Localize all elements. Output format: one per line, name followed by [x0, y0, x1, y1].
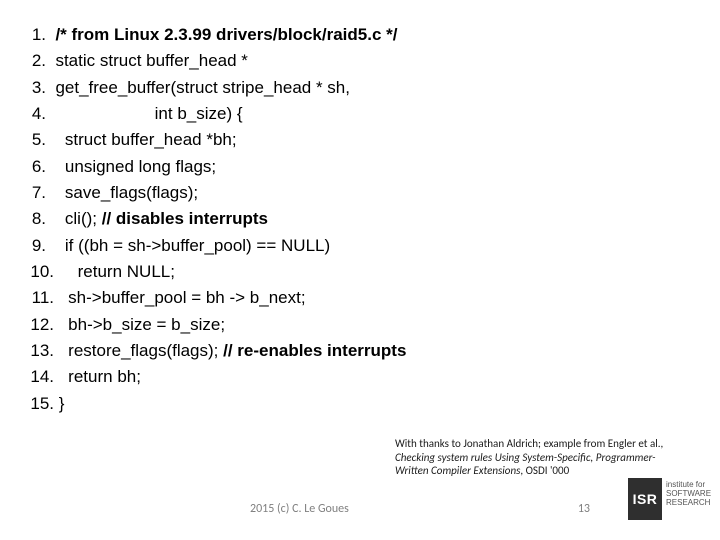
code-segment: int b_size) {: [155, 104, 243, 123]
copyright-text: 2015 (c) C. Le Goues: [250, 502, 349, 516]
line-number: 11.: [18, 285, 54, 311]
attribution-suffix: , OSDI '000: [520, 464, 569, 477]
code-segment: return: [68, 367, 117, 386]
code-line: 8. cli(); // disables interrupts: [18, 206, 578, 232]
code-segment: ((bh = sh->buffer_pool) == NULL): [78, 236, 330, 255]
code-segment: unsigned long flags;: [65, 157, 216, 176]
code-segment: if: [65, 236, 78, 255]
isr-logo: ISR institute for SOFTWARE RESEARCH: [628, 478, 706, 520]
line-number: 5.: [18, 127, 46, 153]
code-line: 3. get_free_buffer(struct stripe_head * …: [18, 75, 578, 101]
line-number: 6.: [18, 154, 46, 180]
code-line: 6. unsigned long flags;: [18, 154, 578, 180]
line-number: 4.: [18, 101, 46, 127]
code-line: 7. save_flags(flags);: [18, 180, 578, 206]
code-segment: /* from Linux 2.3.99 drivers/block/raid5…: [55, 25, 397, 44]
line-number: 10.: [18, 259, 54, 285]
line-number: 9.: [18, 233, 46, 259]
line-number: 15.: [18, 391, 54, 417]
code-line: 9. if ((bh = sh->buffer_pool) == NULL): [18, 233, 578, 259]
isr-logo-badge: ISR: [628, 478, 662, 520]
line-number: 12.: [18, 312, 54, 338]
page-number: 13: [578, 502, 590, 516]
attribution-note: With thanks to Jonathan Aldrich; example…: [395, 437, 675, 478]
code-line: 1. /* from Linux 2.3.99 drivers/block/ra…: [18, 22, 578, 48]
code-segment: }: [59, 394, 65, 413]
code-segment: sh->buffer_pool = bh -> b_next;: [68, 288, 305, 307]
code-segment: // re-enables interrupts: [223, 341, 406, 360]
line-number: 3.: [18, 75, 46, 101]
code-segment: cli();: [65, 209, 102, 228]
code-line: 14. return bh;: [18, 364, 578, 390]
code-line: 13. restore_flags(flags); // re-enables …: [18, 338, 578, 364]
code-segment: save_flags(flags);: [65, 183, 198, 202]
code-line: 11. sh->buffer_pool = bh -> b_next;: [18, 285, 578, 311]
attribution-prefix: With thanks to Jonathan Aldrich; example…: [395, 437, 663, 450]
code-line: 5. struct buffer_head *bh;: [18, 127, 578, 153]
code-listing: 1. /* from Linux 2.3.99 drivers/block/ra…: [18, 22, 578, 417]
code-line: 15. }: [18, 391, 578, 417]
slide-footer: 2015 (c) C. Le Goues 13 ISR institute fo…: [0, 482, 720, 522]
code-segment: // disables interrupts: [102, 209, 268, 228]
code-line: 4. int b_size) {: [18, 101, 578, 127]
code-segment: restore_flags(flags);: [68, 341, 223, 360]
line-number: 8.: [18, 206, 46, 232]
isr-logo-text: institute for SOFTWARE RESEARCH: [666, 480, 711, 508]
code-segment: bh;: [117, 367, 141, 386]
code-segment: static struct buffer_head *: [55, 51, 247, 70]
code-segment: NULL;: [127, 262, 175, 281]
code-segment: return: [78, 262, 127, 281]
line-number: 7.: [18, 180, 46, 206]
line-number: 1.: [18, 22, 46, 48]
code-segment: struct buffer_head *bh;: [65, 130, 237, 149]
code-segment: bh->b_size = b_size;: [68, 315, 225, 334]
code-line: 10. return NULL;: [18, 259, 578, 285]
line-number: 13.: [18, 338, 54, 364]
code-line: 2. static struct buffer_head *: [18, 48, 578, 74]
code-line: 12. bh->b_size = b_size;: [18, 312, 578, 338]
code-segment: get_free_buffer(struct stripe_head * sh,: [55, 78, 350, 97]
line-number: 14.: [18, 364, 54, 390]
line-number: 2.: [18, 48, 46, 74]
